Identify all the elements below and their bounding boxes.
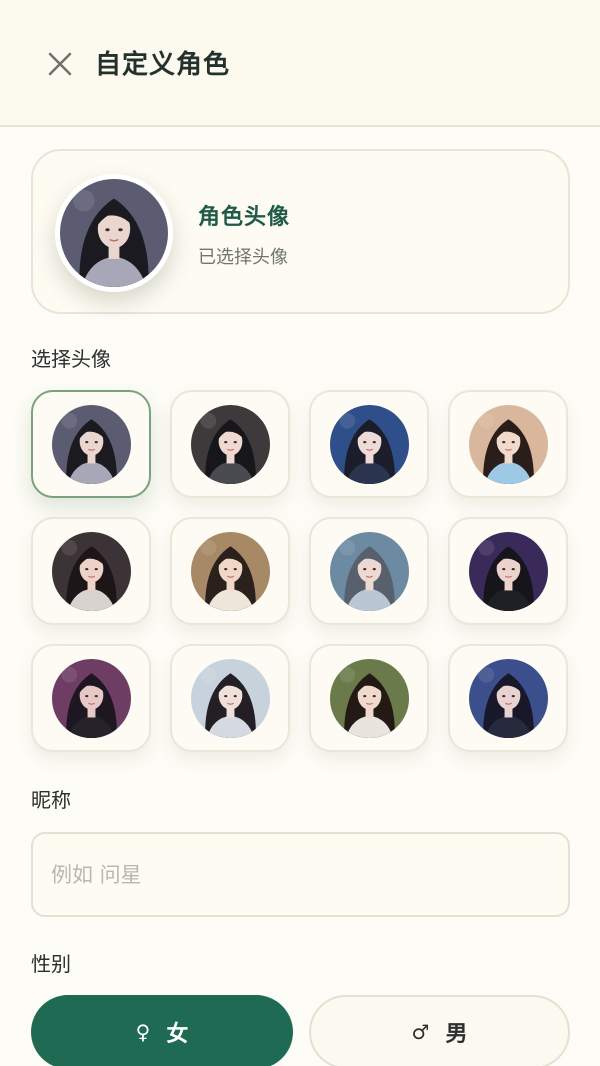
page-title: 自定义角色 — [95, 50, 231, 80]
avatar-grid — [31, 390, 571, 755]
avatar-option-12[interactable] — [448, 644, 568, 752]
preview-subtitle: 已选择头像 — [198, 247, 288, 268]
avatar-section-label: 选择头像 — [31, 347, 111, 371]
avatar-option-10[interactable] — [170, 644, 290, 752]
gender-male-button[interactable]: ♂ 男 — [309, 995, 570, 1066]
gender-female-label: 女 — [166, 1022, 189, 1047]
avatar-image — [190, 531, 270, 611]
close-button[interactable] — [42, 46, 78, 82]
selected-avatar — [55, 174, 173, 292]
avatar-option-6[interactable] — [170, 517, 290, 625]
avatar-preview-card: 角色头像 已选择头像 — [31, 149, 570, 314]
avatar-option-1[interactable] — [31, 390, 151, 498]
avatar-image — [329, 531, 409, 611]
avatar-option-9[interactable] — [31, 644, 151, 752]
avatar-image — [468, 531, 548, 611]
avatar-image — [190, 658, 270, 738]
avatar-image — [468, 658, 548, 738]
avatar-option-5[interactable] — [31, 517, 151, 625]
avatar-image — [51, 531, 131, 611]
avatar-image — [51, 658, 131, 738]
male-icon: ♂ — [411, 1020, 430, 1044]
gender-label: 性别 — [31, 952, 71, 976]
avatar-image — [329, 404, 409, 484]
avatar-option-3[interactable] — [309, 390, 429, 498]
avatar-option-11[interactable] — [309, 644, 429, 752]
top-bar: 自定义角色 — [0, 0, 600, 127]
avatar-image — [190, 404, 270, 484]
avatar-option-8[interactable] — [448, 517, 568, 625]
nickname-label: 昵称 — [31, 788, 71, 812]
avatar-option-7[interactable] — [309, 517, 429, 625]
avatar-option-4[interactable] — [448, 390, 568, 498]
gender-male-label: 男 — [445, 1022, 468, 1047]
gender-female-button[interactable]: ♀ 女 — [31, 995, 293, 1066]
avatar-image — [468, 404, 548, 484]
female-icon: ♀ — [135, 1020, 151, 1044]
avatar-image — [51, 404, 131, 484]
avatar-option-2[interactable] — [170, 390, 290, 498]
nickname-input[interactable] — [31, 832, 570, 917]
avatar-image — [329, 658, 409, 738]
preview-title: 角色头像 — [198, 205, 291, 230]
close-icon — [48, 52, 72, 76]
